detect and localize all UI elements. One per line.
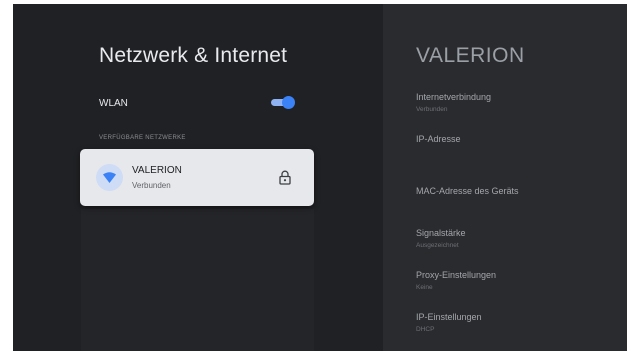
toggle-thumb <box>282 96 295 109</box>
detail-label: IP-Adresse <box>416 134 461 144</box>
left-panel: Netzwerk & Internet WLAN VERFÜGBARE NETZ… <box>13 4 383 351</box>
detail-ip-address[interactable]: IP-Adresse <box>416 134 461 148</box>
detail-value: Verbunden <box>416 106 448 113</box>
detail-value: Keine <box>416 284 433 291</box>
detail-value: DHCP <box>416 326 435 333</box>
lock-icon <box>279 170 291 185</box>
detail-label: Internetverbindung <box>416 92 492 102</box>
page-title: Netzwerk & Internet <box>99 44 288 67</box>
detail-internet-connection[interactable]: Internetverbindung Verbunden <box>416 92 491 113</box>
available-networks-label: VERFÜGBARE NETZWERKE <box>99 135 186 141</box>
detail-value: Ausgezeichnet <box>416 242 459 249</box>
wlan-toggle[interactable] <box>271 96 295 109</box>
detail-proxy-settings[interactable]: Proxy-Einstellungen Keine <box>416 270 496 291</box>
detail-label: Signalstärke <box>416 228 466 238</box>
tv-settings-screen: Netzwerk & Internet WLAN VERFÜGBARE NETZ… <box>13 4 627 351</box>
detail-label: IP-Einstellungen <box>416 312 482 322</box>
network-status: Verbunden <box>132 181 171 190</box>
detail-ip-settings[interactable]: IP-Einstellungen DHCP <box>416 312 482 333</box>
details-title: VALERION <box>416 44 525 67</box>
detail-signal-strength[interactable]: Signalstärke Ausgezeichnet <box>416 228 466 249</box>
detail-label: MAC-Adresse des Geräts <box>416 186 519 196</box>
wlan-label: WLAN <box>99 98 128 109</box>
network-item-valerion[interactable]: VALERION Verbunden <box>80 149 314 206</box>
detail-mac-address[interactable]: MAC-Adresse des Geräts <box>416 186 519 200</box>
detail-label: Proxy-Einstellungen <box>416 270 497 280</box>
wifi-icon <box>96 164 123 191</box>
network-name: VALERION <box>132 165 182 176</box>
network-list-area <box>81 209 314 351</box>
